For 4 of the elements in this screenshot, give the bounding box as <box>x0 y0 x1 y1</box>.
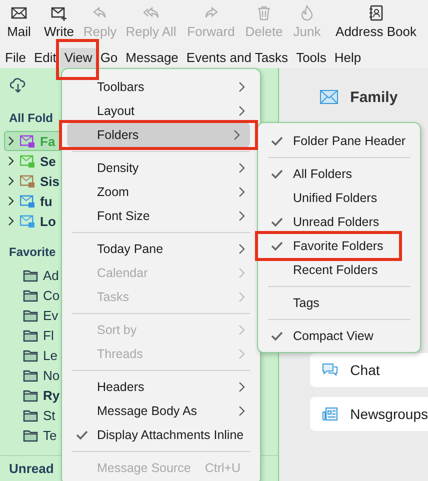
section-heading: Unread <box>9 461 54 476</box>
section-heading: Favorite <box>9 245 56 259</box>
folder-title: Family <box>350 88 398 106</box>
section-heading: All Fold <box>9 111 53 125</box>
